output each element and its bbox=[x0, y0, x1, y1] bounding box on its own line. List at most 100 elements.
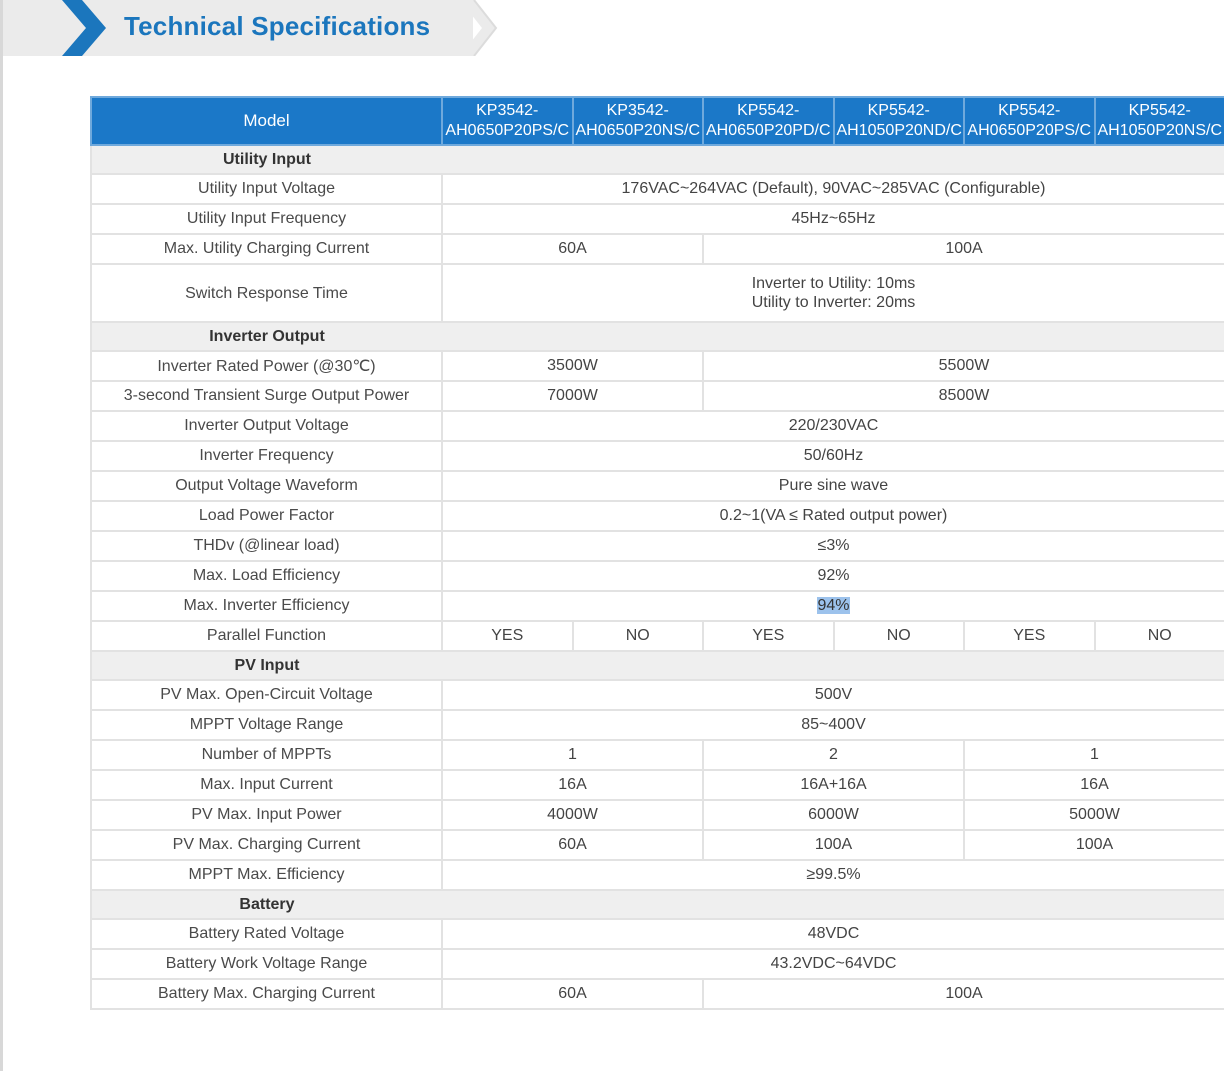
spec-value: NO bbox=[571, 620, 704, 652]
spec-row: Parallel Function YES NO YES NO YES NO bbox=[90, 620, 1224, 652]
spec-row: Battery Work Voltage Range 43.2VDC~64VDC bbox=[90, 948, 1224, 980]
spec-value: Inverter to Utility: 10ms Utility to Inve… bbox=[441, 263, 1224, 323]
spec-value: NO bbox=[832, 620, 965, 652]
spec-label: PV Max. Open-Circuit Voltage bbox=[90, 679, 443, 711]
spec-value-text: 16A bbox=[558, 776, 587, 793]
spec-value-text: 16A+16A bbox=[800, 776, 867, 793]
spec-value-text: 60A bbox=[558, 985, 587, 1002]
spec-label: Max. Input Current bbox=[90, 769, 443, 801]
spec-row: Load Power Factor 0.2~1(VA ≤ Rated output… bbox=[90, 500, 1224, 532]
left-edge bbox=[0, 0, 3, 1071]
spec-value: 60A bbox=[441, 829, 704, 861]
spec-value-text: Utility to Inverter: 20ms bbox=[751, 294, 916, 311]
spec-row: Utility Input Frequency 45Hz~65Hz bbox=[90, 203, 1224, 235]
spec-value-text: 43.2VDC~64VDC bbox=[770, 955, 897, 972]
spec-value-text: NO bbox=[625, 627, 650, 644]
spec-value-text: 5500W bbox=[938, 357, 990, 374]
model-name-line: KP5542- bbox=[867, 102, 930, 119]
model-name-line: AH0650P20PS/C bbox=[967, 122, 1092, 139]
section-row: PV Input bbox=[90, 650, 1224, 681]
model-column-header: KP5542- AH0650P20PD/C bbox=[702, 96, 835, 146]
spec-value-text: 45Hz~65Hz bbox=[791, 210, 876, 227]
spec-label: Battery Rated Voltage bbox=[90, 918, 443, 950]
spec-value: YES bbox=[441, 620, 574, 652]
spec-value: NO bbox=[1093, 620, 1224, 652]
spec-row: THDv (@linear load) ≤3% bbox=[90, 530, 1224, 562]
chevron-icon bbox=[62, 0, 106, 56]
spec-value-text: 7000W bbox=[547, 387, 598, 404]
section-row: Utility Input bbox=[90, 144, 1224, 175]
model-column-header: KP5542- AH1050P20NS/C bbox=[1093, 96, 1224, 146]
spec-label: Utility Input Voltage bbox=[90, 173, 443, 205]
spec-value-text: NO bbox=[886, 627, 911, 644]
spec-value-text: 50/60Hz bbox=[803, 447, 864, 464]
spec-value: 16A+16A bbox=[702, 769, 965, 801]
section-title: Utility Input bbox=[90, 144, 442, 175]
spec-label: Battery Max. Charging Current bbox=[90, 978, 443, 1010]
section-title: Inverter Output bbox=[90, 321, 442, 352]
spec-value: YES bbox=[702, 620, 835, 652]
spec-label: PV Max. Input Power bbox=[90, 799, 443, 831]
spec-value: 1 bbox=[963, 739, 1224, 771]
model-name-line: KP3542- bbox=[606, 102, 669, 119]
spec-row: MPPT Voltage Range 85~400V bbox=[90, 709, 1224, 741]
section-fill bbox=[442, 650, 1224, 681]
spec-value: 176VAC~264VAC (Default), 90VAC~285VAC (C… bbox=[441, 173, 1224, 205]
spec-value-text: 6000W bbox=[808, 806, 859, 823]
spec-value: 100A bbox=[702, 233, 1224, 265]
spec-row: MPPT Max. Efficiency ≥99.5% bbox=[90, 859, 1224, 891]
spec-value: 220/230VAC bbox=[441, 410, 1224, 442]
spec-value-text: 92% bbox=[817, 567, 850, 584]
spec-row: Inverter Frequency 50/60Hz bbox=[90, 440, 1224, 472]
spec-label: Inverter Output Voltage bbox=[90, 410, 443, 442]
spec-value: 92% bbox=[441, 560, 1224, 592]
spec-row: Inverter Rated Power (@30℃) 3500W 5500W bbox=[90, 350, 1224, 382]
spec-row: Switch Response Time Inverter to Utility:… bbox=[90, 263, 1224, 323]
spec-value: 8500W bbox=[702, 380, 1224, 412]
spec-label: Inverter Frequency bbox=[90, 440, 443, 472]
spec-value: 7000W bbox=[441, 380, 704, 412]
spec-value-text: 500V bbox=[814, 686, 853, 703]
spec-value: ≥99.5% bbox=[441, 859, 1224, 891]
spec-value-text: 2 bbox=[829, 746, 838, 763]
header-row: Model KP3542- AH0650P20PS/C KP3542- AH0650P… bbox=[90, 96, 1224, 146]
section-row: Inverter Output bbox=[90, 321, 1224, 352]
model-name-line: KP5542- bbox=[998, 102, 1061, 119]
spec-row: PV Max. Open-Circuit Voltage 500V bbox=[90, 679, 1224, 711]
spec-value-text: 5000W bbox=[1069, 806, 1120, 823]
spec-value-text: 100A bbox=[1075, 836, 1114, 853]
spec-label: THDv (@linear load) bbox=[90, 530, 443, 562]
spec-label: Parallel Function bbox=[90, 620, 443, 652]
spec-row: 3-second Transient Surge Output Power 700… bbox=[90, 380, 1224, 412]
model-name-line: AH1050P20NS/C bbox=[1097, 122, 1223, 139]
spec-value-text: YES bbox=[1013, 627, 1046, 644]
spec-label: MPPT Voltage Range bbox=[90, 709, 443, 741]
spec-value-text: ≥99.5% bbox=[806, 866, 861, 883]
spec-value-text: 100A bbox=[945, 985, 983, 1002]
model-name-line: KP5542- bbox=[1128, 102, 1191, 119]
spec-value-text: YES bbox=[491, 627, 524, 644]
spec-value: 60A bbox=[441, 233, 704, 265]
spec-value: 43.2VDC~64VDC bbox=[441, 948, 1224, 980]
spec-value: 6000W bbox=[702, 799, 965, 831]
spec-label: Switch Response Time bbox=[90, 263, 443, 323]
model-header: Model bbox=[90, 96, 443, 146]
spec-value-text: 16A bbox=[1080, 776, 1109, 793]
spec-value-text: 176VAC~264VAC (Default), 90VAC~285VAC (C… bbox=[621, 180, 1046, 197]
spec-row: Battery Rated Voltage 48VDC bbox=[90, 918, 1224, 950]
spec-value: 48VDC bbox=[441, 918, 1224, 950]
model-name-line: KP3542- bbox=[476, 102, 539, 119]
spec-label: 3-second Transient Surge Output Power bbox=[90, 380, 443, 412]
spec-value: 45Hz~65Hz bbox=[441, 203, 1224, 235]
spec-label: Inverter Rated Power (@30℃) bbox=[90, 350, 443, 382]
model-name-line: AH0650P20PS/C bbox=[445, 122, 570, 139]
spec-value: 100A bbox=[702, 978, 1224, 1010]
spec-value-text: Inverter to Utility: 10ms bbox=[751, 275, 916, 292]
spec-label: MPPT Max. Efficiency bbox=[90, 859, 443, 891]
spec-row: Max. Load Efficiency 92% bbox=[90, 560, 1224, 592]
spec-row: PV Max. Charging Current 60A 100A 100A bbox=[90, 829, 1224, 861]
spec-value: 16A bbox=[963, 769, 1224, 801]
spec-value-text: 48VDC bbox=[807, 925, 860, 942]
model-name-line: AH0650P20NS/C bbox=[575, 122, 701, 139]
spec-value-text: 100A bbox=[814, 836, 853, 853]
